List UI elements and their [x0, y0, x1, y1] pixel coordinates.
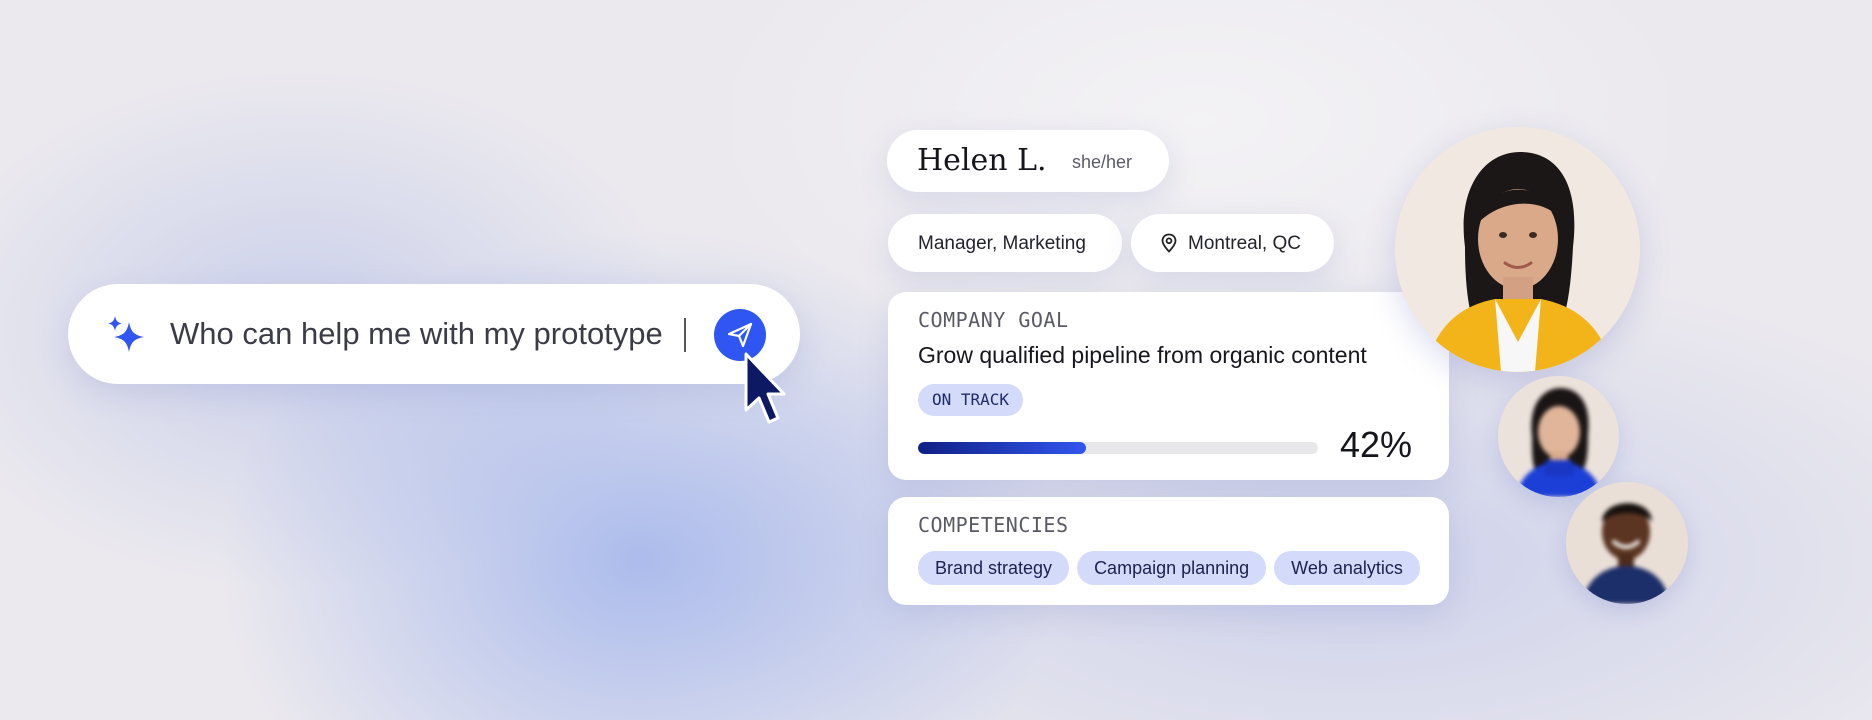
location-pill: Montreal, QC — [1131, 214, 1334, 272]
progress-bar-fill — [918, 442, 1086, 454]
goal-label: COMPANY GOAL — [918, 308, 1069, 332]
company-goal-card: COMPANY GOAL Grow qualified pipeline fro… — [888, 292, 1449, 480]
sparkle-icon — [108, 316, 144, 352]
profile-role: Manager, Marketing — [918, 233, 1086, 254]
role-pill: Manager, Marketing — [888, 214, 1122, 272]
progress-bar — [918, 442, 1318, 454]
person-avatar-icon — [1566, 482, 1688, 604]
person-avatar-icon — [1498, 376, 1619, 497]
competency-chips: Brand strategy Campaign planning Web ana… — [918, 551, 1420, 585]
status-badge: ON TRACK — [918, 384, 1024, 416]
map-pin-icon — [1161, 233, 1177, 253]
competency-chip[interactable]: Web analytics — [1274, 551, 1420, 585]
profile-location: Montreal, QC — [1188, 233, 1301, 254]
text-caret — [684, 318, 686, 352]
progress-value: 42% — [1340, 424, 1413, 465]
avatar-secondary[interactable] — [1498, 376, 1619, 497]
assistant-search-bar[interactable]: Who can help me with my prototype — [68, 284, 800, 384]
goal-title: Grow qualified pipeline from organic con… — [918, 342, 1367, 368]
competencies-card: COMPETENCIES Brand strategy Campaign pla… — [888, 497, 1449, 605]
competency-chip[interactable]: Brand strategy — [918, 551, 1070, 585]
profile-pronouns: she/her — [1072, 152, 1133, 172]
search-input[interactable]: Who can help me with my prototype — [170, 312, 663, 356]
mouse-cursor-icon — [744, 352, 786, 424]
paper-plane-icon — [727, 322, 753, 348]
person-avatar-icon — [1395, 127, 1640, 372]
competency-chip[interactable]: Campaign planning — [1077, 551, 1267, 585]
profile-name-pill: Helen L. she/her — [887, 130, 1169, 192]
avatar-tertiary[interactable] — [1566, 482, 1688, 604]
competencies-label: COMPETENCIES — [918, 513, 1069, 537]
avatar-primary[interactable] — [1395, 127, 1640, 372]
profile-name: Helen L. — [917, 143, 1047, 178]
